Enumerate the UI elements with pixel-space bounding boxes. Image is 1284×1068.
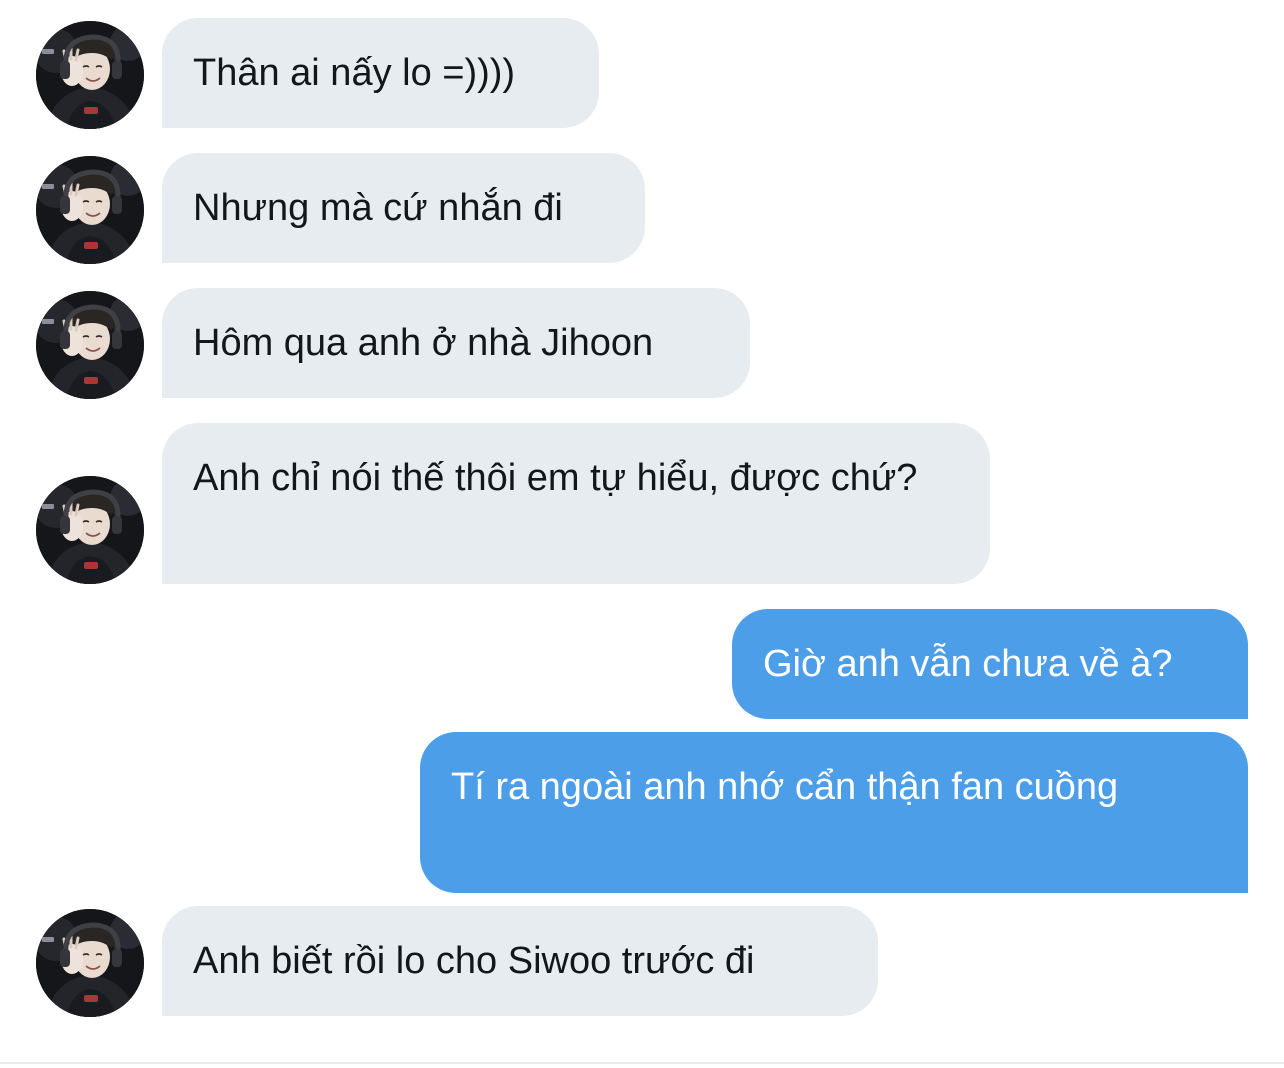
incoming-message-bubble[interactable]: Anh biết rồi lo cho Siwoo trước đi — [162, 906, 878, 1016]
contact-avatar-photo — [36, 909, 144, 1017]
contact-avatar[interactable] — [36, 909, 144, 1017]
contact-avatar[interactable] — [36, 21, 144, 129]
incoming-message-bubble[interactable]: Anh chỉ nói thế thôi em tự hiểu, được ch… — [162, 423, 990, 584]
outgoing-message-bubble[interactable]: Tí ra ngoài anh nhớ cẩn thận fan cuồng — [420, 732, 1248, 893]
contact-avatar-photo — [36, 156, 144, 264]
incoming-message-bubble[interactable]: Nhưng mà cứ nhắn đi — [162, 153, 645, 263]
contact-avatar[interactable] — [36, 291, 144, 399]
message-thread: Thân ai nấy lo =)))) Nhưng mà cứ nhắn đi… — [0, 0, 1284, 1068]
outgoing-message-bubble[interactable]: Giờ anh vẫn chưa về à? — [732, 609, 1248, 719]
contact-avatar-photo — [36, 476, 144, 584]
contact-avatar[interactable] — [36, 156, 144, 264]
contact-avatar[interactable] — [36, 476, 144, 584]
contact-avatar-photo — [36, 291, 144, 399]
incoming-message-bubble[interactable]: Hôm qua anh ở nhà Jihoon — [162, 288, 750, 398]
incoming-message-bubble[interactable]: Thân ai nấy lo =)))) — [162, 18, 599, 128]
contact-avatar-photo — [36, 21, 144, 129]
composer-divider — [0, 1062, 1284, 1064]
